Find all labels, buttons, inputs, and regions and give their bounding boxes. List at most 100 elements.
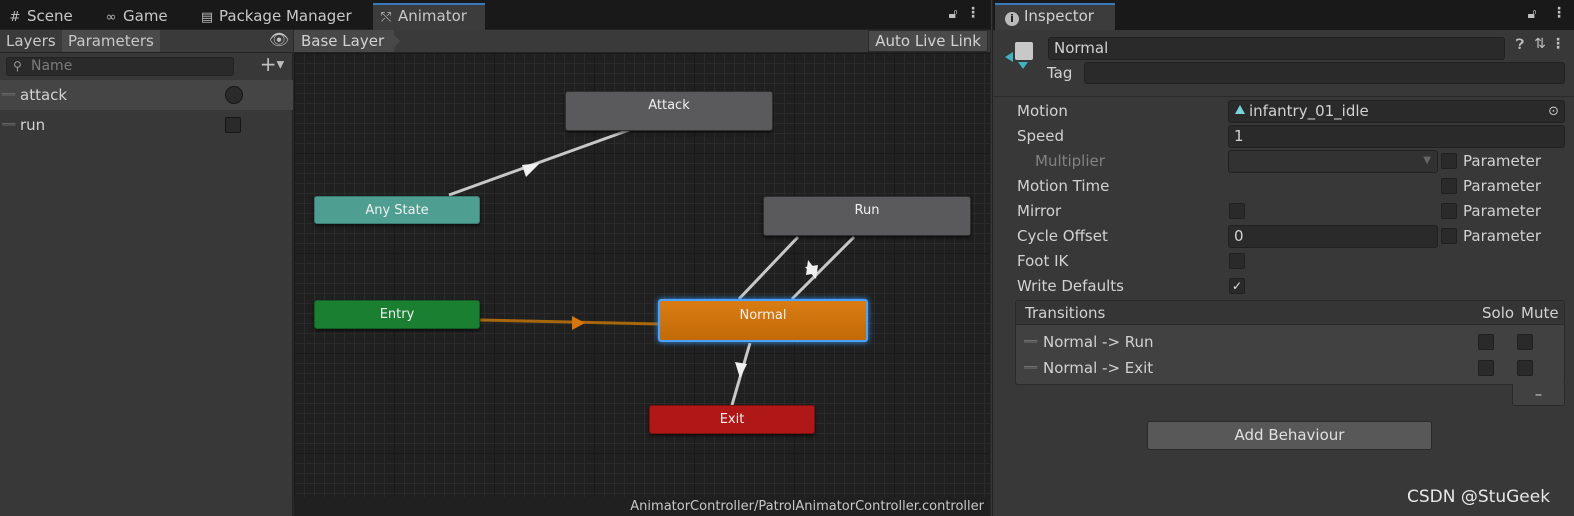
parameters-panel: ⚲ Name +▼ ══ attack ══ run [0, 53, 293, 516]
parameter-row-attack[interactable]: ══ attack [0, 80, 293, 110]
mirror-label: Mirror [1017, 202, 1062, 220]
tab-parameters[interactable]: Parameters [62, 30, 160, 52]
state-normal[interactable]: Normal [658, 299, 868, 342]
multiplier-parameter-checkbox[interactable] [1441, 153, 1457, 169]
tab-game[interactable]: ∞ Game [98, 3, 188, 30]
drag-handle-icon[interactable]: ══ [1024, 329, 1037, 355]
help-icon[interactable]: ❓︎ [1512, 37, 1528, 53]
breadcrumb[interactable]: Base Layer [294, 30, 395, 52]
auto-live-link-button[interactable]: Auto Live Link [868, 30, 988, 52]
mute-checkbox[interactable] [1517, 334, 1533, 350]
animator-window: # Scene ∞ Game ▤ Package Manager ⤲ Animator … [0, 0, 991, 516]
transition-row[interactable]: ══ Normal -> Exit [1016, 355, 1564, 381]
cycle-offset-field[interactable]: 0 [1228, 225, 1438, 248]
search-placeholder: Name [31, 58, 73, 74]
tab-package-manager[interactable]: ▤ Package Manager [194, 3, 369, 30]
motion-label: Motion [1017, 102, 1068, 120]
gamepad-icon: ∞ [105, 10, 117, 25]
foot-ik-checkbox[interactable] [1229, 253, 1245, 269]
animator-icon: ⤲ [380, 10, 392, 25]
tag-field[interactable] [1084, 62, 1565, 84]
transition-entry-normal [479, 318, 661, 326]
inspector-tab-bar: i Inspector 🔓︎ ⋮ [993, 0, 1574, 30]
window-tab-bar: # Scene ∞ Game ▤ Package Manager ⤲ Animator … [0, 0, 991, 30]
mute-checkbox[interactable] [1517, 360, 1533, 376]
mute-column-label: Mute [1521, 304, 1559, 322]
graph-toolbar: Base Layer Auto Live Link [294, 30, 990, 53]
preset-sliders-icon[interactable]: ⇅ [1531, 36, 1549, 52]
transitions-title: Transitions [1025, 304, 1106, 322]
remove-transition-button[interactable]: – [1512, 384, 1565, 406]
multiplier-label: Multiplier [1035, 152, 1105, 170]
lock-icon[interactable]: 🔓︎ [1523, 6, 1541, 22]
transition-normal-run[interactable] [790, 235, 856, 301]
divider [993, 96, 1574, 97]
motion-time-parameter-checkbox[interactable] [1441, 178, 1457, 194]
parameter-search-input[interactable]: ⚲ Name [6, 57, 234, 76]
grid-icon: # [9, 10, 21, 25]
state-attack[interactable]: Attack [565, 91, 773, 131]
tab-animator[interactable]: ⤲ Animator [373, 3, 485, 30]
drag-handle-icon[interactable]: ══ [1024, 355, 1037, 381]
transition-arrow [572, 316, 585, 330]
transition-row[interactable]: ══ Normal -> Run [1016, 329, 1564, 355]
multiplier-dropdown: ▼ [1228, 150, 1438, 173]
controller-path: AnimatorController/PatrolAnimatorControl… [294, 497, 990, 516]
solo-column-label: Solo [1482, 304, 1515, 322]
lock-icon[interactable]: 🔓︎ [944, 6, 962, 22]
cycle-offset-parameter-checkbox[interactable] [1441, 228, 1457, 244]
solo-checkbox[interactable] [1478, 360, 1494, 376]
kebab-menu-icon[interactable]: ⋮ [1551, 36, 1565, 52]
transition-arrow [735, 362, 747, 378]
inspector-window: i Inspector 🔓︎ ⋮ Normal ❓︎ ⇅ ⋮ Tag Motion… [992, 0, 1574, 516]
kebab-menu-icon[interactable]: ⋮ [964, 5, 982, 21]
transition-run-normal[interactable] [737, 235, 800, 301]
speed-field[interactable]: 1 [1228, 125, 1565, 148]
state-any-state[interactable]: Any State [314, 196, 480, 224]
transitions-list: Transitions Solo Mute ══ Normal -> Run ═… [1015, 300, 1565, 385]
write-defaults-checkbox[interactable]: ✓ [1229, 278, 1245, 294]
state-run[interactable]: Run [763, 196, 971, 236]
kebab-menu-icon[interactable]: ⋮ [1550, 5, 1568, 21]
motion-field[interactable]: infantry_01_idle ⊙ [1228, 100, 1565, 123]
bool-checkbox[interactable] [225, 117, 241, 133]
write-defaults-label: Write Defaults [1017, 277, 1124, 295]
transitions-header: Transitions Solo Mute [1016, 301, 1564, 325]
cycle-offset-label: Cycle Offset [1017, 227, 1108, 245]
multiplier-parameter-label: Parameter [1463, 152, 1542, 170]
add-parameter-button[interactable]: +▼ [254, 54, 290, 76]
tab-inspector[interactable]: i Inspector [995, 3, 1115, 30]
object-picker-icon[interactable]: ⊙ [1548, 102, 1559, 122]
chevron-down-icon: ▼ [1423, 155, 1431, 166]
mirror-parameter-checkbox[interactable] [1441, 203, 1457, 219]
cycle-offset-parameter-label: Parameter [1463, 227, 1542, 245]
eye-icon[interactable]: 👁︎ [268, 30, 290, 49]
breadcrumb-arrow [390, 30, 400, 52]
state-exit[interactable]: Exit [649, 405, 815, 434]
solo-checkbox[interactable] [1478, 334, 1494, 350]
drag-handle-icon[interactable]: ══ [2, 110, 15, 140]
add-behaviour-button[interactable]: Add Behaviour [1147, 421, 1432, 450]
mirror-checkbox[interactable] [1229, 203, 1245, 219]
motion-time-parameter-label: Parameter [1463, 177, 1542, 195]
tag-label: Tag [1047, 64, 1073, 82]
tab-layers[interactable]: Layers [0, 30, 62, 52]
transition-anystate-attack[interactable] [448, 128, 630, 197]
search-icon: ⚲ [13, 59, 22, 73]
parameters-toolbar: Layers Parameters 👁︎ [0, 30, 293, 53]
motion-time-label: Motion Time [1017, 177, 1110, 195]
state-name-field[interactable]: Normal [1048, 37, 1505, 60]
state-machine-graph[interactable]: Attack Any State Run Entry Normal Exit [294, 53, 990, 516]
transition-arrow [522, 163, 540, 177]
drag-handle-icon[interactable]: ══ [2, 80, 15, 110]
package-icon: ▤ [200, 10, 214, 25]
info-icon: i [1005, 12, 1019, 26]
parameter-row-run[interactable]: ══ run [0, 110, 293, 140]
foot-ik-label: Foot IK [1017, 252, 1069, 270]
state-entry[interactable]: Entry [314, 300, 480, 329]
speed-label: Speed [1017, 127, 1065, 145]
parameter-name: attack [20, 86, 68, 104]
watermark: CSDN @StuGeek [1407, 487, 1551, 507]
trigger-toggle[interactable] [225, 86, 243, 104]
tab-scene[interactable]: # Scene [2, 3, 94, 30]
